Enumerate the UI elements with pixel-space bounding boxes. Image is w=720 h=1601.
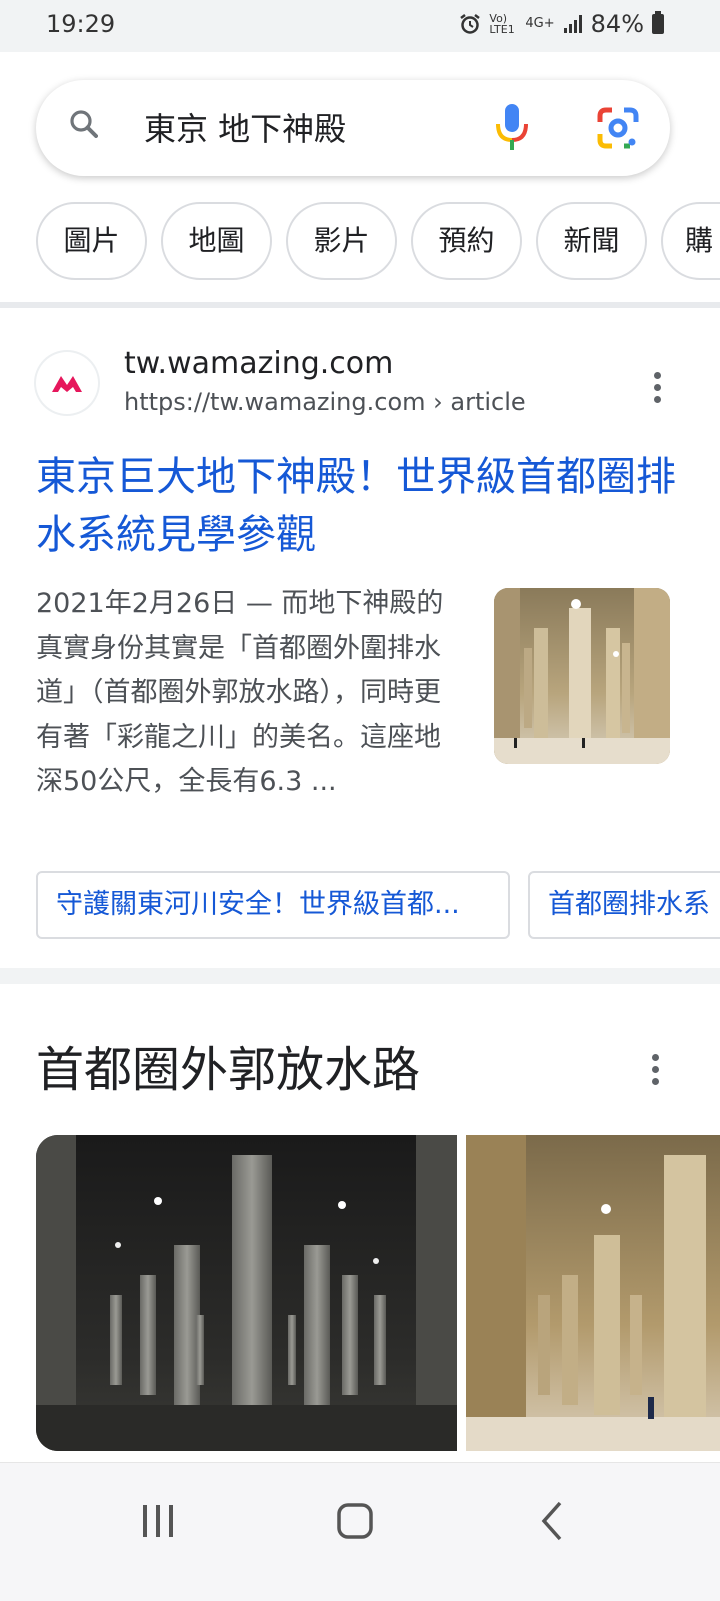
google-lens-icon[interactable] (596, 106, 640, 150)
chip-images[interactable]: 圖片 (36, 202, 147, 280)
knowledge-more-options-icon[interactable] (652, 1054, 660, 1088)
chip-shopping[interactable]: 購 (661, 202, 720, 280)
mic-icon[interactable] (494, 102, 530, 152)
back-icon[interactable] (540, 1501, 564, 1541)
site-favicon[interactable] (36, 352, 98, 414)
chip-videos[interactable]: 影片 (286, 202, 397, 280)
sitelink-2[interactable]: 首都圈排水系 (528, 871, 720, 939)
home-icon[interactable] (337, 1503, 373, 1539)
battery-percent: 84% (590, 10, 644, 38)
wamazing-logo-icon (52, 376, 82, 392)
status-bar: 19:29 Vo) LTE1 4G+ 84% (0, 0, 720, 52)
sitelink-1[interactable]: 守護關東河川安全！世界級首都... (36, 871, 510, 939)
recents-icon[interactable] (140, 1503, 176, 1539)
chip-news[interactable]: 新聞 (536, 202, 647, 280)
system-nav-bar (0, 1462, 720, 1601)
data-label: 4G+ (525, 16, 555, 31)
result-more-options-icon[interactable] (654, 372, 662, 406)
section-divider (0, 968, 720, 984)
signal-icon (563, 15, 582, 33)
status-time: 19:29 (46, 10, 116, 38)
search-icon[interactable] (70, 110, 98, 138)
status-icons: Vo) LTE1 4G+ 84% (459, 10, 664, 38)
result-snippet: 2021年2月26日 — 而地下神殿的真實身份其實是「首都圈外圍排水道」（首都圈… (36, 588, 444, 797)
result-thumbnail[interactable] (494, 588, 670, 764)
alarm-icon (460, 14, 481, 34)
filter-chips: 圖片 地圖 影片 預約 新聞購 (36, 202, 720, 280)
chip-reservations[interactable]: 預約 (411, 202, 522, 280)
result-site-name[interactable]: tw.wamazing.com (124, 346, 393, 381)
chip-maps[interactable]: 地圖 (161, 202, 272, 280)
knowledge-image-2[interactable] (466, 1135, 720, 1451)
result-url[interactable]: https://tw.wamazing.com › article (124, 388, 526, 416)
sitelinks: 守護關東河川安全！世界級首都... 首都圈排水系 (36, 871, 720, 939)
search-box[interactable]: 東京 地下神殿 (36, 80, 670, 176)
knowledge-title: 首都圈外郭放水路 (36, 1042, 421, 1098)
battery-icon (652, 11, 664, 34)
result-title-link[interactable]: 東京巨大地下神殿！世界級首都圈排水系統見學參觀 (36, 448, 676, 564)
volte-label: Vo) LTE1 (489, 12, 515, 36)
section-divider (0, 302, 720, 308)
search-query[interactable]: 東京 地下神殿 (144, 104, 346, 150)
knowledge-image-1[interactable] (36, 1135, 457, 1451)
